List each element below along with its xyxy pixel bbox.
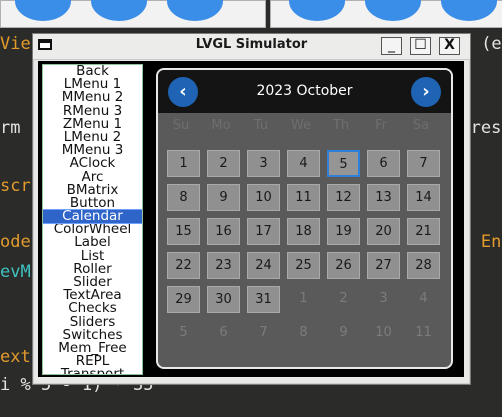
calendar-day-cell[interactable]: 18 <box>287 218 320 245</box>
background-code-line: scr <box>0 176 31 196</box>
background-blob <box>441 0 497 21</box>
background-panel-right <box>270 0 502 28</box>
calendar-day-name: Sa <box>412 118 430 133</box>
calendar-day-names: Su Mo Tu We Th Fr Sa <box>158 118 451 136</box>
calendar-day-cell[interactable]: 30 <box>207 286 240 313</box>
calendar-day-cell[interactable]: 6 <box>367 150 400 177</box>
calendar-day-cell[interactable]: 25 <box>287 252 320 279</box>
calendar-day-cell[interactable]: 9 <box>207 184 240 211</box>
calendar-day-name: We <box>290 118 312 133</box>
background-blob <box>365 0 421 21</box>
calendar-day-cell[interactable]: 21 <box>407 218 440 245</box>
calendar-other-month-day: 9 <box>339 325 348 340</box>
menu-list[interactable]: Back LMenu 1 MMenu 2 RMenu 3 ZMenu 1 LMenu 2M… <box>42 64 143 375</box>
simulator-window: LVGL Simulator _ ☐ X Back LMenu 1 MMenu 2R… <box>32 33 471 385</box>
calendar-day-name: Th <box>332 118 350 133</box>
calendar-day-cell[interactable]: 3 <box>247 150 280 177</box>
calendar-day-cell[interactable]: 11 <box>287 184 320 211</box>
calendar-day-cell[interactable]: 20 <box>367 218 400 245</box>
window-titlebar[interactable]: LVGL Simulator _ ☐ X <box>33 34 470 60</box>
background-blob <box>289 0 345 21</box>
calendar-day-name: Fr <box>375 118 387 133</box>
calendar-other-month-day: 1 <box>299 291 308 306</box>
background-blob <box>15 0 71 21</box>
background-code-line: ode <box>0 232 31 252</box>
calendar-day-name: Mo <box>211 118 231 133</box>
calendar-other-month-day: 8 <box>299 325 308 340</box>
calendar-day-cell[interactable]: 22 <box>167 252 200 279</box>
calendar-day-cell[interactable]: 2 <box>207 150 240 177</box>
calendar-day-name: Tu <box>253 118 269 133</box>
calendar-day-cell[interactable]: 15 <box>167 218 200 245</box>
calendar-day-cell[interactable]: 16 <box>207 218 240 245</box>
calendar-other-month-day: 3 <box>379 291 388 306</box>
calendar-day-cell[interactable]: 8 <box>167 184 200 211</box>
background-panel-left <box>0 0 266 28</box>
background-code-line: rm <box>0 118 21 138</box>
calendar-day-cell[interactable]: 12 <box>327 184 360 211</box>
calendar-month-label: 2023 October <box>256 83 353 99</box>
calendar-day-cell[interactable]: 13 <box>367 184 400 211</box>
background-code-line: evM <box>0 262 31 282</box>
calendar-day-cell[interactable]: 27 <box>367 252 400 279</box>
calendar-other-month-day: 10 <box>375 325 392 340</box>
calendar-other-month-day: 11 <box>415 325 432 340</box>
background-blob <box>91 0 147 21</box>
background-code-line: ext <box>0 347 31 367</box>
close-button[interactable]: X <box>439 37 460 55</box>
background-code-line: Vie <box>0 34 31 54</box>
calendar-header: ‹ 2023 October › <box>158 70 451 113</box>
calendar-other-month-day: 5 <box>179 325 188 340</box>
calendar-day-cell[interactable]: 23 <box>207 252 240 279</box>
calendar-day-cell[interactable]: 26 <box>327 252 360 279</box>
calendar-day-cell[interactable]: 7 <box>407 150 440 177</box>
calendar-day-cell[interactable]: 19 <box>327 218 360 245</box>
minimize-button[interactable]: _ <box>381 37 402 55</box>
menu-item[interactable]: Transport <box>43 367 142 374</box>
background-blob <box>167 0 223 21</box>
calendar-day-cell[interactable]: 5 <box>327 150 360 177</box>
background-code-line: (e <box>481 34 502 54</box>
calendar-other-month-day: 4 <box>419 291 428 306</box>
calendar-day-cell[interactable]: 24 <box>247 252 280 279</box>
calendar-day-cell[interactable]: 29 <box>167 286 200 313</box>
calendar-day-cell[interactable]: 14 <box>407 184 440 211</box>
window-title: LVGL Simulator <box>195 37 308 52</box>
calendar-day-cell[interactable]: 10 <box>247 184 280 211</box>
calendar-day-cell[interactable]: 1 <box>167 150 200 177</box>
calendar-other-month-day: 7 <box>259 325 268 340</box>
lvgl-display: Back LMenu 1 MMenu 2 RMenu 3 ZMenu 1 LMenu 2M… <box>38 61 464 377</box>
calendar-day-cell[interactable]: 28 <box>407 252 440 279</box>
calendar-day-cell[interactable]: 31 <box>247 286 280 313</box>
calendar-other-month-day: 6 <box>219 325 228 340</box>
calendar-widget: ‹ 2023 October › Su Mo Tu We Th Fr Sa 12345678… <box>156 68 453 369</box>
calendar-day-cell[interactable]: 17 <box>247 218 280 245</box>
maximize-button[interactable]: ☐ <box>410 37 431 55</box>
calendar-other-month-day: 2 <box>339 291 348 306</box>
calendar-day-name: Su <box>172 118 190 133</box>
next-month-button[interactable]: › <box>411 77 441 107</box>
calendar-day-cell[interactable]: 4 <box>287 150 320 177</box>
